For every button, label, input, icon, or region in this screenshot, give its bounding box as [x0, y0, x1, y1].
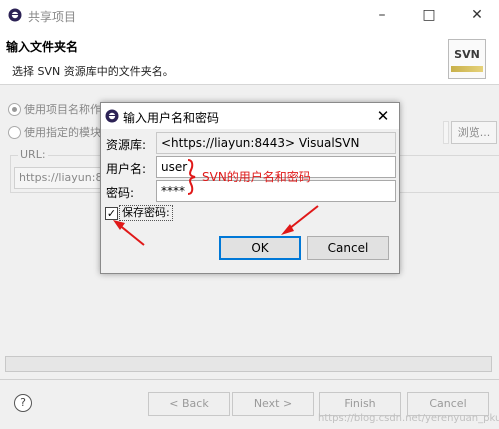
window-title: 共享项目 — [28, 10, 77, 24]
svn-logo-text: SVN — [454, 48, 480, 61]
next-button[interactable]: Next > — [232, 392, 314, 416]
save-password-label[interactable]: 保存密码: — [119, 205, 173, 221]
annotation-note: SVN的用户名和密码 — [202, 170, 311, 184]
browse-button[interactable]: 浏览... — [451, 121, 497, 144]
check-icon: ✓ — [106, 207, 117, 220]
option-custom-module-label: 使用指定的模块 — [24, 126, 101, 139]
wizard-banner: 输入文件夹名 选择 SVN 资源库中的文件夹名。 SVN — [0, 31, 499, 85]
password-label: 密码: — [106, 186, 135, 200]
svn-logo-stripe — [451, 66, 483, 72]
repo-field: <https://liayun:8443> VisualSVN Server — [156, 132, 396, 170]
page-description: 选择 SVN 资源库中的文件夹名。 — [12, 65, 174, 78]
window-title-bar: 共享项目 – □ ✕ — [0, 0, 499, 31]
eclipse-icon — [8, 8, 22, 22]
credentials-dialog: 输入用户名和密码 ✕ 资源库: <https://liayun:8443> Vi… — [100, 102, 400, 274]
close-icon[interactable]: ✕ — [467, 6, 487, 24]
separator — [0, 379, 499, 380]
radio-custom-module[interactable] — [8, 126, 21, 139]
progress-bar — [5, 356, 492, 372]
help-icon[interactable]: ? — [14, 394, 32, 412]
ok-button[interactable]: OK — [219, 236, 301, 260]
eclipse-icon — [105, 109, 119, 123]
save-password-checkbox[interactable]: ✓ — [105, 207, 118, 220]
cancel-button[interactable]: Cancel — [307, 236, 389, 260]
module-field-edge[interactable] — [443, 121, 449, 144]
maximize-icon[interactable]: □ — [419, 6, 439, 24]
minimize-icon[interactable]: – — [372, 6, 392, 24]
watermark: https://blog.csdn.net/yerenyuan_pku — [318, 413, 499, 424]
option-project-name-label: 使用项目名称作 — [24, 103, 101, 116]
svn-logo-icon: SVN — [448, 39, 486, 79]
dialog-title: 输入用户名和密码 — [123, 111, 220, 125]
dialog-close-icon[interactable]: ✕ — [373, 106, 393, 126]
repo-label: 资源库: — [106, 138, 147, 152]
back-button[interactable]: < Back — [148, 392, 230, 416]
radio-project-name[interactable] — [8, 103, 21, 116]
dialog-title-bar: 输入用户名和密码 ✕ — [101, 103, 399, 129]
page-title: 输入文件夹名 — [6, 40, 79, 54]
username-label: 用户名: — [106, 162, 147, 176]
url-label: URL: — [18, 148, 48, 161]
